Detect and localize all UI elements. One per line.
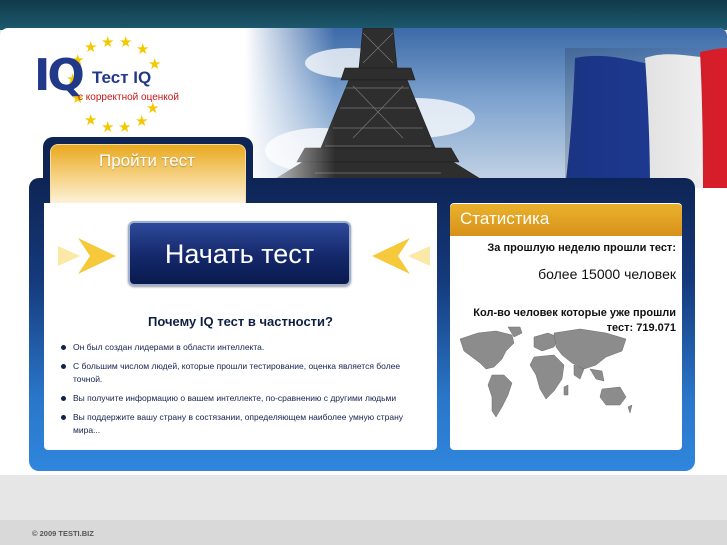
stats-header: Статистика — [450, 204, 682, 236]
last-week-label: За прошлую неделю прошли тест: — [487, 242, 676, 254]
last-week-value: более 15000 человек — [538, 266, 676, 282]
arrow-left-icon — [372, 238, 430, 274]
hero-fade — [245, 28, 335, 188]
star-icon: ★ — [101, 34, 115, 51]
reasons-list: Он был создан лидерами в области интелле… — [60, 341, 426, 443]
logo-iq-mark: IQ — [34, 50, 85, 101]
stats-header-label: Статистика — [460, 209, 550, 228]
why-title: Почему IQ тест в частности? — [148, 314, 333, 329]
tab-take-test-label: Пройти тест — [99, 151, 195, 170]
star-icon: ★ — [84, 112, 98, 129]
list-item: Вы поддержите вашу страну в состязании, … — [60, 411, 426, 437]
star-icon: ★ — [146, 100, 160, 117]
star-icon: ★ — [101, 119, 115, 136]
arrow-right-icon — [58, 238, 116, 274]
footer-copyright: © 2009 TESTI.BIZ — [32, 529, 94, 538]
list-item: С большим числом людей, которые прошли т… — [60, 360, 426, 386]
star-icon: ★ — [84, 39, 98, 56]
logo[interactable]: ★ ★ ★ ★ ★ ★ ★ ★ ★ ★ ★ ★ ★ IQ Тест IQ с к… — [28, 34, 188, 144]
list-item: Вы получите информацию о вашем интеллект… — [60, 392, 426, 405]
star-icon: ★ — [118, 119, 132, 136]
logo-title: Тест IQ — [92, 68, 152, 87]
start-test-button[interactable]: Начать тест — [128, 221, 351, 286]
world-map-icon — [459, 326, 633, 418]
tab-take-test[interactable]: Пройти тест — [50, 144, 246, 204]
hero-image — [245, 28, 727, 188]
footer — [0, 520, 727, 545]
star-icon: ★ — [119, 34, 133, 51]
list-item: Он был создан лидерами в области интелле… — [60, 341, 426, 354]
logo-subtitle: с корректной оценкой — [78, 92, 179, 103]
top-banner-strip — [0, 0, 727, 30]
star-icon: ★ — [136, 41, 150, 58]
